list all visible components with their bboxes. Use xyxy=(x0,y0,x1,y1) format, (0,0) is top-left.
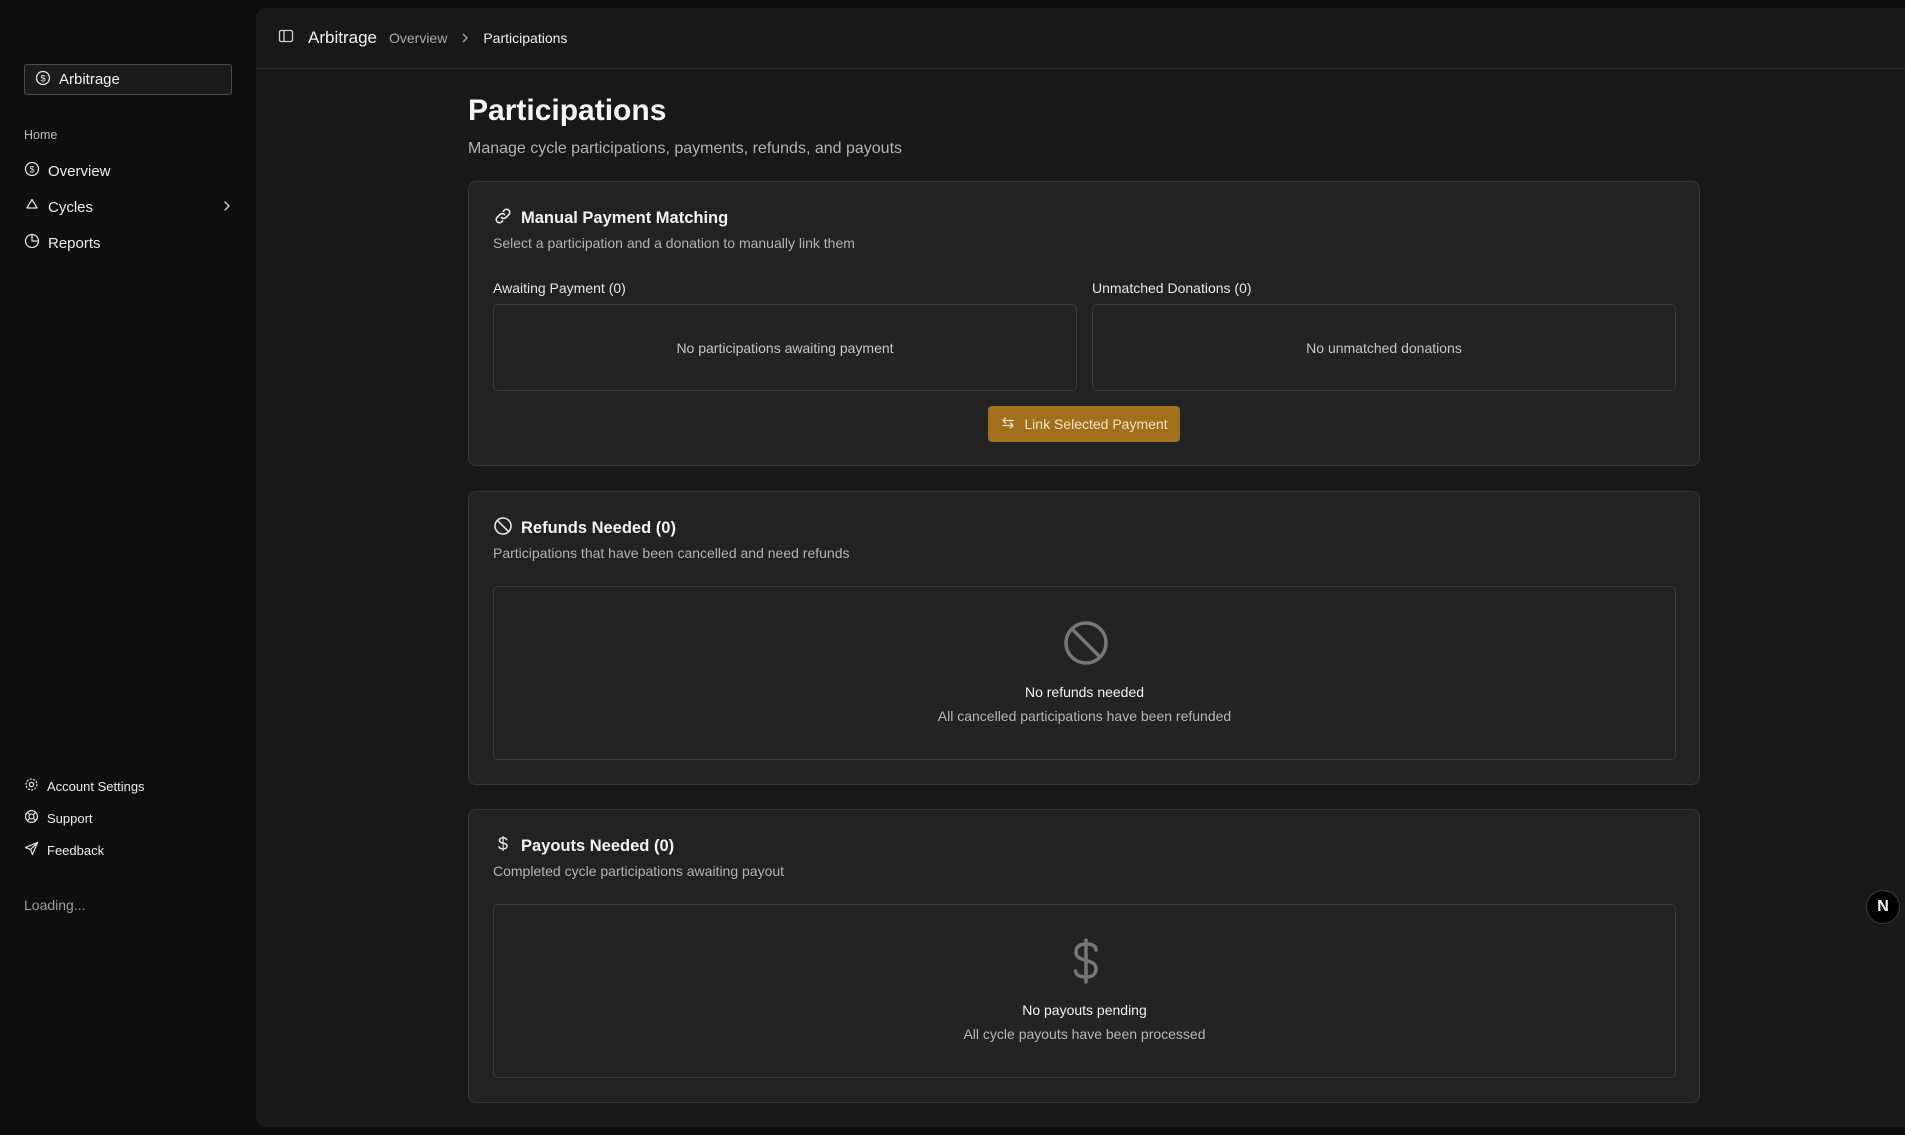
page-title: Participations xyxy=(468,94,667,127)
svg-text:$: $ xyxy=(40,73,45,83)
dollar-icon xyxy=(1062,937,1110,990)
unmatched-donations-label: Unmatched Donations (0) xyxy=(1092,280,1252,296)
main-panel: Arbitrage Overview Participations Partic… xyxy=(256,8,1905,1127)
empty-title: No refunds needed xyxy=(1024,684,1145,700)
sidebar-item-label: Cycles xyxy=(48,198,94,216)
next-dev-badge[interactable]: N xyxy=(1866,890,1900,924)
card-title: Payouts Needed (0) xyxy=(521,837,675,855)
sidebar-item-feedback[interactable]: Feedback xyxy=(24,834,234,866)
payouts-empty-state: No payouts pending All cycle payouts hav… xyxy=(493,904,1676,1078)
sidebar-item-reports[interactable]: Reports xyxy=(24,225,234,261)
empty-description: All cycle payouts have been processed xyxy=(963,1026,1206,1042)
send-icon xyxy=(24,841,39,859)
dollar-circle-icon: $ xyxy=(35,70,51,90)
empty-message: No unmatched donations xyxy=(1306,339,1462,356)
chevron-right-icon xyxy=(220,199,234,217)
team-switcher[interactable]: $ Arbitrage xyxy=(24,64,232,95)
top-bar: Arbitrage Overview Participations xyxy=(256,8,1905,69)
card-title: Refunds Needed (0) xyxy=(521,519,676,537)
sidebar-item-cycles[interactable]: Cycles xyxy=(24,189,234,225)
sidebar-item-overview[interactable]: $ Overview xyxy=(24,153,234,189)
card-header: $ Payouts Needed (0) xyxy=(493,834,674,859)
dollar-circle-icon: $ xyxy=(24,161,40,181)
unmatched-donations-list: No unmatched donations xyxy=(1092,304,1676,391)
recycle-icon xyxy=(24,197,40,217)
sidebar: $ Arbitrage Home $ Overview Cycles Repor… xyxy=(0,0,256,1135)
breadcrumb-overview[interactable]: Overview xyxy=(389,30,447,46)
life-buoy-icon xyxy=(24,809,39,827)
chevron-right-icon xyxy=(459,32,471,44)
team-name: Arbitrage xyxy=(59,71,120,88)
ban-icon xyxy=(493,516,513,541)
sidebar-item-label: Account Settings xyxy=(47,778,145,794)
awaiting-payment-list: No participations awaiting payment xyxy=(493,304,1077,391)
ban-icon xyxy=(1062,619,1110,672)
user-loading-status: Loading... xyxy=(24,897,86,913)
sidebar-item-label: Overview xyxy=(48,162,111,180)
card-title: Manual Payment Matching xyxy=(521,209,729,227)
payouts-needed-card: $ Payouts Needed (0) Completed cycle par… xyxy=(468,809,1700,1103)
refunds-needed-card: Refunds Needed (0) Participations that h… xyxy=(468,491,1700,785)
button-label: Link Selected Payment xyxy=(1024,416,1168,432)
sidebar-item-account-settings[interactable]: Account Settings xyxy=(24,770,234,802)
dollar-icon: $ xyxy=(493,834,513,859)
card-header: Refunds Needed (0) xyxy=(493,516,676,541)
sidebar-toggle-icon[interactable] xyxy=(278,28,294,49)
refunds-empty-state: No refunds needed All cancelled particip… xyxy=(493,586,1676,760)
card-description: Participations that have been cancelled … xyxy=(493,545,850,561)
sidebar-item-support[interactable]: Support xyxy=(24,802,234,834)
breadcrumb-current: Participations xyxy=(483,30,568,46)
svg-text:$: $ xyxy=(498,834,508,854)
swap-arrows-icon xyxy=(1000,415,1016,434)
empty-title: No payouts pending xyxy=(1022,1002,1147,1018)
page-subtitle: Manage cycle participations, payments, r… xyxy=(468,140,903,157)
pie-chart-icon xyxy=(24,233,40,253)
card-description: Select a participation and a donation to… xyxy=(493,235,855,251)
awaiting-payment-label: Awaiting Payment (0) xyxy=(493,280,626,296)
secondary-nav: Account Settings Support Feedback xyxy=(24,770,234,866)
link-selected-payment-button[interactable]: Link Selected Payment xyxy=(988,406,1180,442)
sidebar-item-label: Feedback xyxy=(47,842,105,858)
link-icon xyxy=(493,206,513,231)
main-nav: $ Overview Cycles Reports xyxy=(24,153,234,261)
manual-payment-matching-card: Manual Payment Matching Select a partici… xyxy=(468,181,1700,466)
empty-message: No participations awaiting payment xyxy=(676,339,894,356)
gear-icon xyxy=(24,777,39,795)
svg-text:$: $ xyxy=(29,165,34,175)
sidebar-item-label: Reports xyxy=(48,234,101,252)
empty-description: All cancelled participations have been r… xyxy=(937,708,1232,724)
app-name: Arbitrage xyxy=(308,28,377,47)
page-header: Participations Manage cycle participatio… xyxy=(468,94,1700,158)
card-header: Manual Payment Matching xyxy=(493,206,728,231)
sidebar-item-label: Support xyxy=(47,810,93,826)
nav-group-label: Home xyxy=(24,128,58,142)
card-description: Completed cycle participations awaiting … xyxy=(493,863,785,879)
